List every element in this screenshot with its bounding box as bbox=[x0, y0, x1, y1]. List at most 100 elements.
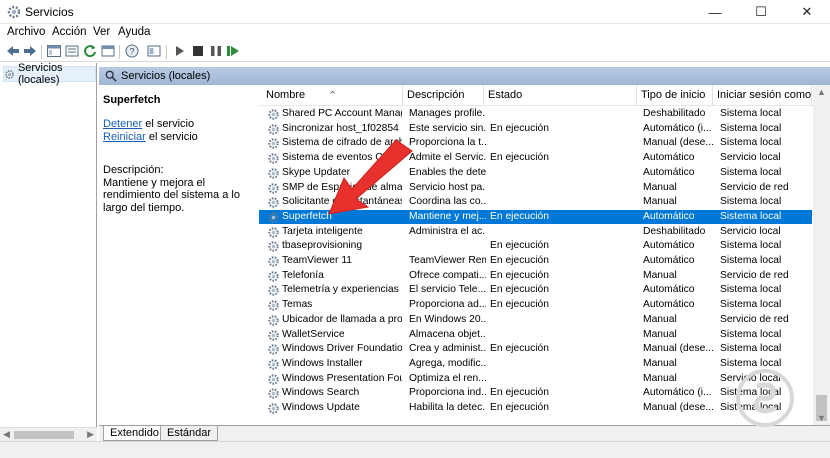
stop-service-link[interactable]: Detener bbox=[103, 118, 142, 130]
help-icon[interactable]: ? bbox=[124, 43, 140, 59]
export-list-icon[interactable] bbox=[100, 43, 116, 59]
service-gear-icon bbox=[268, 168, 279, 179]
refresh-icon[interactable] bbox=[82, 43, 98, 59]
cell-name: Skype Updater bbox=[282, 166, 351, 178]
table-row[interactable]: Shared PC Account Manager Manages profile… bbox=[259, 107, 812, 122]
restart-service-link[interactable]: Reiniciar bbox=[103, 131, 146, 143]
selected-service-name: Superfetch bbox=[103, 94, 161, 106]
table-row[interactable]: Tarjeta inteligente Administra el ac... De… bbox=[259, 225, 812, 240]
cell-logon-as: Sistema local bbox=[720, 137, 782, 149]
table-row[interactable]: Skype Updater Enables the detec... Automát… bbox=[259, 166, 812, 181]
services-gear-icon bbox=[5, 69, 14, 79]
close-button[interactable]: ✕ bbox=[784, 0, 830, 24]
column-header-logon-as[interactable]: Iniciar sesión como bbox=[717, 89, 811, 101]
console-tree-icon[interactable] bbox=[46, 43, 62, 59]
scroll-left-icon[interactable]: ◀ bbox=[3, 429, 10, 440]
table-row[interactable]: Sincronizar host_1f02854 Este servicio si… bbox=[259, 122, 812, 137]
service-gear-icon bbox=[268, 285, 279, 297]
cell-startup-type: Automático bbox=[643, 240, 695, 252]
menu-bar: Archivo Acción Ver Ayuda bbox=[0, 24, 830, 42]
list-vertical-scrollbar[interactable]: ▲ ▼ bbox=[813, 85, 830, 425]
column-header-state[interactable]: Estado bbox=[488, 89, 522, 101]
menu-accion[interactable]: Acción bbox=[52, 26, 87, 38]
tree-item-services-local[interactable]: Servicios (locales) bbox=[3, 62, 96, 86]
menu-ver[interactable]: Ver bbox=[93, 26, 110, 38]
cell-startup-type: Automático bbox=[643, 299, 695, 311]
cell-state: En ejecución bbox=[490, 269, 549, 281]
restart-service-icon[interactable] bbox=[225, 43, 241, 59]
cell-name: Ubicador de llamada a proce... bbox=[282, 313, 402, 325]
cell-startup-type: Automático (i... bbox=[643, 122, 712, 134]
services-gear-icon bbox=[7, 5, 21, 19]
back-arrow-icon[interactable] bbox=[5, 43, 21, 59]
menu-ayuda[interactable]: Ayuda bbox=[118, 26, 150, 38]
maximize-button[interactable]: ☐ bbox=[738, 0, 784, 24]
table-row[interactable]: Telefonía Ofrece compati... En ejecución Ma… bbox=[259, 269, 812, 284]
forward-arrow-icon[interactable] bbox=[22, 43, 38, 59]
table-row[interactable]: tbaseprovisioning En ejecución Automático S… bbox=[259, 239, 812, 254]
column-header-name[interactable]: Nombre bbox=[266, 89, 305, 101]
cell-name: Solicitante de instantáneas ... bbox=[282, 196, 402, 208]
column-header-startup-type[interactable]: Tipo de inicio bbox=[641, 89, 705, 101]
view-tabs: Extendido Estándar bbox=[99, 425, 830, 441]
cell-description: TeamViewer Rem... bbox=[409, 255, 486, 266]
scroll-down-icon[interactable]: ▼ bbox=[817, 413, 826, 423]
service-gear-icon bbox=[268, 226, 279, 238]
cell-name: Sistema de cifrado de archi... bbox=[282, 137, 402, 149]
table-row[interactable]: WalletService Almacena objet... Manual Sist… bbox=[259, 328, 812, 343]
minimize-button[interactable]: — bbox=[692, 0, 738, 24]
menu-archivo[interactable]: Archivo bbox=[7, 26, 45, 38]
table-row[interactable]: Windows Update Habilita la detec... En eje… bbox=[259, 401, 812, 416]
cell-name: Windows Driver Foundation... bbox=[282, 343, 402, 355]
watermark-logo-icon bbox=[736, 369, 794, 427]
tab-extendido[interactable]: Extendido bbox=[103, 426, 166, 441]
scroll-thumb[interactable] bbox=[14, 431, 74, 439]
table-row[interactable]: Windows Installer Agrega, modific... Manua… bbox=[259, 357, 812, 372]
start-service-icon[interactable] bbox=[172, 43, 188, 59]
cell-name: Sistema de eventos COM+ bbox=[282, 152, 402, 164]
tab-estandar[interactable]: Estándar bbox=[160, 426, 219, 441]
cell-logon-as: Sistema local bbox=[720, 108, 782, 119]
cell-name: Sincronizar host_1f02854 bbox=[282, 122, 399, 134]
table-row[interactable]: Solicitante de instantáneas ... Coordina … bbox=[259, 195, 812, 210]
table-row[interactable]: Ubicador de llamada a proce... En Windows… bbox=[259, 313, 812, 328]
table-row[interactable]: Windows Presentation Fou... Optimiza el r… bbox=[259, 372, 812, 387]
column-header-description[interactable]: Descripción bbox=[407, 89, 464, 101]
cell-name: Shared PC Account Manager bbox=[282, 108, 402, 119]
service-gear-icon bbox=[268, 197, 279, 208]
table-row[interactable]: SMP de Espacios de almace... Servicio hos… bbox=[259, 181, 812, 196]
cell-startup-type: Automático (i... bbox=[643, 387, 712, 399]
properties-icon[interactable] bbox=[64, 43, 80, 59]
cell-logon-as: Sistema local bbox=[720, 240, 782, 252]
cell-description: Proporciona ad... bbox=[409, 299, 486, 311]
cell-state: En ejecución bbox=[490, 299, 549, 311]
stop-service-icon[interactable] bbox=[190, 43, 206, 59]
cell-description: En Windows 20... bbox=[409, 313, 486, 325]
table-row[interactable]: Superfetch Mantiene y mej... En ejecución A… bbox=[259, 209, 812, 225]
cell-name: TeamViewer 11 bbox=[282, 255, 353, 266]
table-row[interactable]: Temas Proporciona ad... En ejecución Automá… bbox=[259, 298, 812, 313]
table-row[interactable]: Windows Search Proporciona ind... En ejecu… bbox=[259, 386, 812, 401]
tree-horizontal-scrollbar[interactable]: ◀ ▶ bbox=[0, 427, 97, 441]
cell-description: Crea y administ... bbox=[409, 343, 486, 355]
cell-logon-as: Sistema local bbox=[720, 255, 782, 266]
cell-description: Proporciona la t... bbox=[409, 137, 486, 149]
cell-description: Mantiene y mej... bbox=[409, 210, 486, 222]
cell-state: En ejecución bbox=[490, 402, 549, 413]
service-gear-icon bbox=[268, 388, 279, 399]
cell-name: WalletService bbox=[282, 328, 345, 340]
cell-logon-as: Sistema local bbox=[720, 343, 782, 355]
table-row[interactable]: Sistema de cifrado de archi... Proporcion… bbox=[259, 136, 812, 151]
cell-name: Windows Installer bbox=[282, 357, 363, 369]
pause-service-icon[interactable] bbox=[208, 43, 224, 59]
properties-sheet-icon[interactable] bbox=[146, 43, 162, 59]
cell-logon-as: Servicio de red bbox=[720, 313, 789, 325]
table-row[interactable]: Telemetría y experiencias de... El servic… bbox=[259, 283, 812, 298]
table-row[interactable]: TeamViewer 11 TeamViewer Rem... En ejecuci… bbox=[259, 254, 812, 269]
description-label: Descripción: bbox=[103, 164, 164, 176]
table-row[interactable]: Sistema de eventos COM+ Admite el Servic.… bbox=[259, 151, 812, 166]
scroll-up-icon[interactable]: ▲ bbox=[817, 87, 826, 97]
cell-startup-type: Deshabilitado bbox=[643, 225, 706, 237]
table-row[interactable]: Windows Driver Foundation... Crea y admin… bbox=[259, 342, 812, 357]
scroll-right-icon[interactable]: ▶ bbox=[87, 429, 94, 440]
